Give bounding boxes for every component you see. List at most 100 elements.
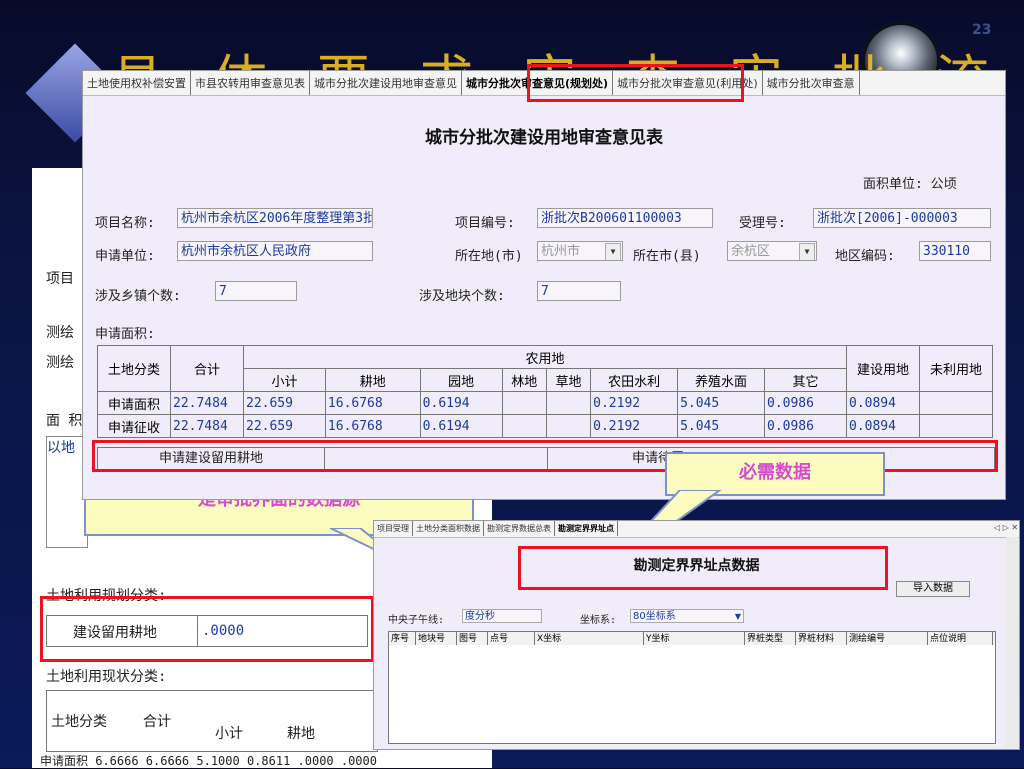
table-cell[interactable]: 0.0986 (764, 391, 847, 415)
coord-select-value: 80坐标系 (633, 611, 676, 622)
plots-field[interactable]: 7 (537, 281, 621, 301)
highlight-box-active-tab (527, 64, 744, 102)
table-cell[interactable]: 0.6194 (419, 414, 503, 438)
meridian-field[interactable]: 度分秒 (462, 609, 542, 623)
coord-select[interactable]: 80坐标系 ▼ (630, 609, 744, 623)
back-section-current: 土地利用现状分类: (46, 669, 167, 685)
project-name-field[interactable]: 杭州市余杭区2006年度整理第3批次 (177, 208, 373, 228)
col-header: 界桩材料 (796, 632, 847, 646)
plots-label: 涉及地块个数: (419, 289, 505, 304)
survey-table-body[interactable] (388, 645, 996, 744)
table-subheader: 农田水利 (590, 368, 679, 392)
col-header: 测绘编号 (847, 632, 928, 646)
table-cell[interactable] (919, 391, 993, 415)
towns-label: 涉及乡镇个数: (95, 289, 181, 304)
table-cell[interactable] (545, 414, 592, 438)
table-header-total: 合计 (170, 345, 244, 392)
city-label: 所在地(市) (455, 249, 523, 264)
city-select-value: 杭州市 (541, 244, 581, 259)
table-row-label: 申请面积 (97, 391, 171, 415)
vertical-scrollbar[interactable] (1006, 537, 1018, 747)
table-subheader: 园地 (419, 368, 503, 392)
highlight-box-survey-title (518, 546, 888, 590)
city-select[interactable]: 杭州市 ▼ (537, 241, 623, 261)
table-row-label: 申请征收 (97, 414, 171, 438)
region-code-label: 地区编码: (835, 249, 895, 264)
region-code-field[interactable]: 330110 (919, 241, 991, 261)
project-name-label: 项目名称: (95, 216, 155, 231)
area-unit-label: 面积单位: 公顷 (863, 177, 957, 192)
col-header: Y坐标 (644, 632, 745, 646)
highlight-box-plan (40, 596, 374, 662)
county-select[interactable]: 余杭区 ▼ (727, 241, 817, 261)
table-subheader: 其它 (764, 368, 847, 392)
county-label: 所在市(县) (633, 249, 701, 264)
county-select-value: 余杭区 (731, 244, 771, 259)
meridian-label: 中央子午线: (388, 615, 445, 626)
back-label-survey: 测绘 (46, 355, 74, 371)
tab-project-accept[interactable]: 项目受理 (374, 521, 413, 536)
window-title: 城市分批次建设用地审查意见表 (425, 128, 663, 148)
table-cell[interactable] (501, 414, 547, 438)
col-header: 点号 (488, 632, 535, 646)
callout-required-text: 必需数据 (739, 462, 811, 483)
table-cell[interactable]: 16.6768 (324, 414, 421, 438)
project-no-field[interactable]: 浙批次B200601100003 (537, 208, 713, 228)
table-cell[interactable]: 5.045 (677, 414, 765, 438)
chevron-down-icon[interactable]: ▼ (735, 610, 741, 624)
table-row: 申请征收 22.7484 22.659 16.6768 0.6194 0.219… (97, 414, 993, 438)
accept-no-field[interactable]: 浙批次[2006]-000003 (813, 208, 991, 228)
table-cell[interactable]: 0.2192 (590, 414, 679, 438)
apply-area-label: 申请面积: (95, 327, 155, 342)
towns-field[interactable]: 7 (215, 281, 297, 301)
back-area-text: 以地 (47, 440, 75, 456)
table-cell[interactable]: 0.6194 (419, 391, 503, 415)
table-cell[interactable]: 0.0894 (846, 391, 920, 415)
col-header: 图号 (457, 632, 488, 646)
table-cell[interactable]: 5.045 (677, 391, 765, 415)
table-cell[interactable]: 22.7484 (170, 391, 244, 415)
back-label-survey: 测绘 (46, 325, 74, 341)
back-bottom-row: 申请面积 6.6666 6.6666 5.1000 0.8611 .0000 .… (40, 754, 380, 768)
table-cell[interactable]: 0.0894 (846, 414, 920, 438)
table-subheader: 小计 (243, 368, 326, 392)
table-cell[interactable]: 22.7484 (170, 414, 244, 438)
table-cell[interactable] (545, 391, 592, 415)
table-cell[interactable] (501, 391, 547, 415)
applicant-field[interactable]: 杭州市余杭区人民政府 (177, 241, 373, 261)
table-cell[interactable] (919, 414, 993, 438)
sub-tab-bar: 项目受理 土地分类面积数据 勘测定界数据总表 勘测定界界址点 (374, 521, 1019, 538)
tab-land-class-area[interactable]: 土地分类面积数据 (413, 521, 484, 536)
tab-nav-icon[interactable]: ◁ ▷ ✕ (994, 523, 1018, 532)
table-header-unused: 未利用地 (919, 345, 993, 392)
table-subheader: 林地 (501, 368, 547, 392)
tab-survey-points[interactable]: 勘测定界界址点 (555, 521, 618, 536)
table-subheader: 耕地 (324, 368, 421, 392)
back-current-table: 土地分类 合计 小计 耕地 (46, 690, 378, 752)
col-header: 点位说明 (928, 632, 993, 646)
project-no-label: 项目编号: (455, 216, 515, 231)
table-cell[interactable]: 0.2192 (590, 391, 679, 415)
import-data-button[interactable]: 导入数据 (896, 581, 970, 597)
table-row: 申请面积 22.7484 22.659 16.6768 0.6194 0.219… (97, 391, 993, 415)
tab-city-batch-more[interactable]: 城市分批次审查意 (763, 71, 860, 95)
table-subheader: 养殖水面 (677, 368, 765, 392)
chevron-down-icon[interactable]: ▼ (605, 243, 621, 260)
back-current-col-farmland: 耕地 (287, 726, 315, 742)
tab-city-batch-review[interactable]: 城市分批次建设用地审查意见 (310, 71, 462, 95)
table-cell[interactable]: 22.659 (243, 391, 326, 415)
main-review-window: 土地使用权补偿安置 市县农转用审查意见表 城市分批次建设用地审查意见 城市分批次审查意… (82, 70, 1006, 500)
col-header: 界桩类型 (745, 632, 796, 646)
tab-land-compensation[interactable]: 土地使用权补偿安置 (83, 71, 191, 95)
table-cell[interactable]: 0.0986 (764, 414, 847, 438)
accept-no-label: 受理号: (739, 216, 786, 231)
col-header: X坐标 (535, 632, 644, 646)
area-table: 土地分类 合计 农用地 建设用地 未利用地 小计 耕地 园地 林地 草地 农田水… (97, 345, 993, 438)
col-header: 序号 (389, 632, 416, 646)
tab-survey-summary[interactable]: 勘测定界数据总表 (484, 521, 555, 536)
chevron-down-icon[interactable]: ▼ (799, 243, 815, 260)
tab-county-conversion[interactable]: 市县农转用审查意见表 (191, 71, 310, 95)
table-header-agri: 农用地 (243, 345, 847, 369)
table-cell[interactable]: 22.659 (243, 414, 326, 438)
table-cell[interactable]: 16.6768 (324, 391, 421, 415)
